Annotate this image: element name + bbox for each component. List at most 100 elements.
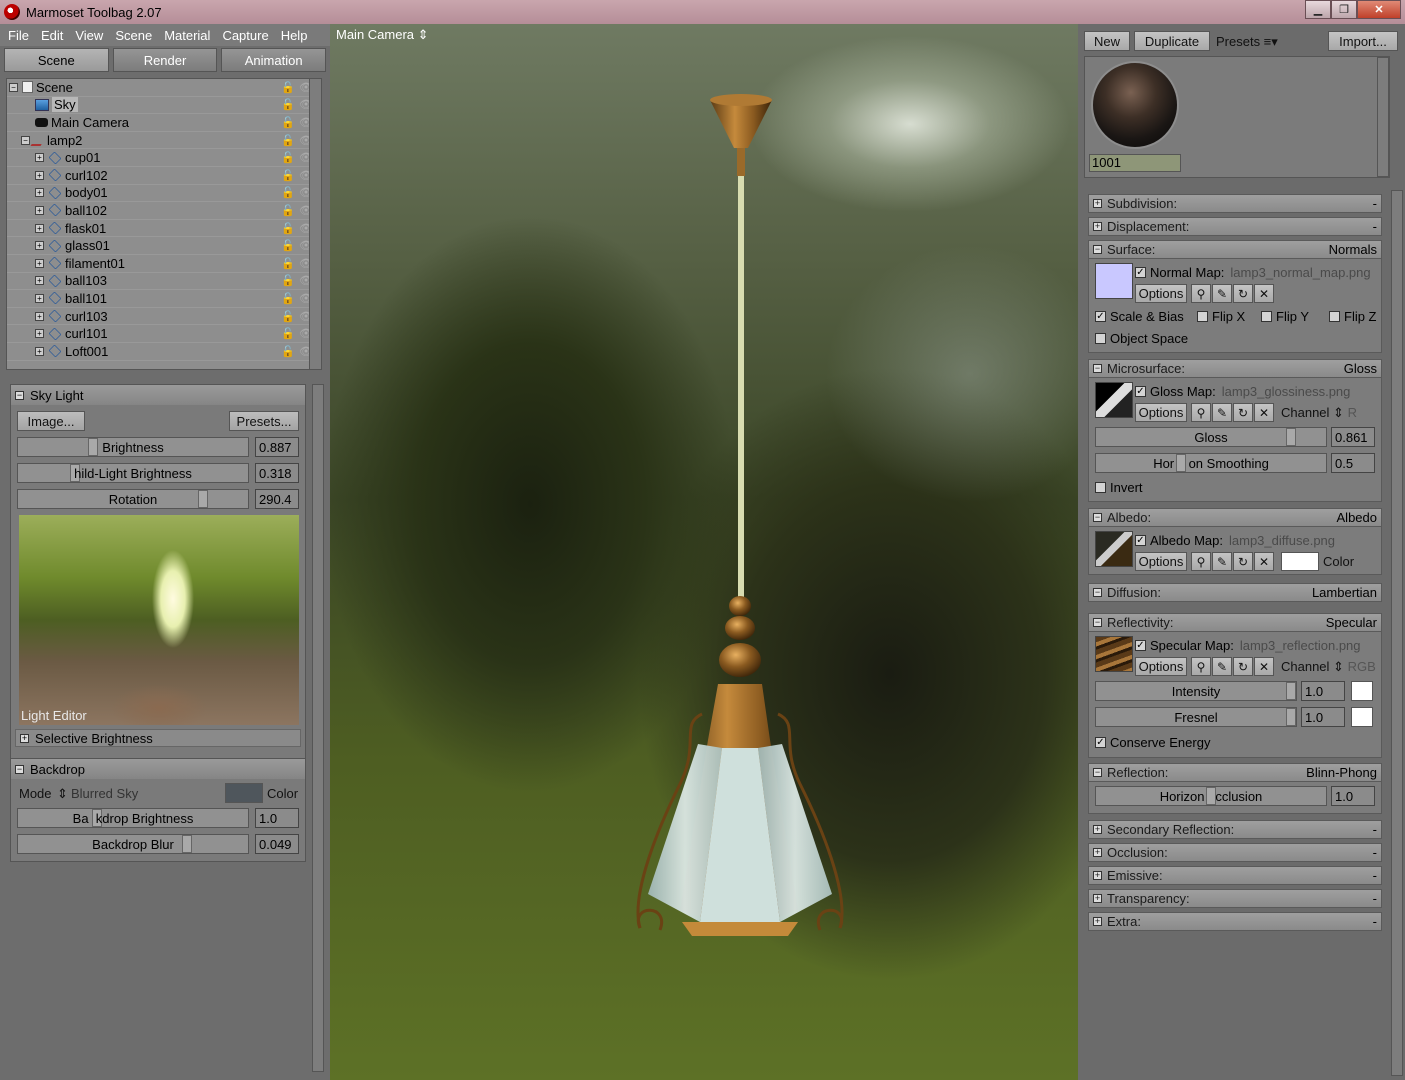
displacement-header[interactable]: + Displacement: - [1088,217,1382,236]
brightness-slider[interactable]: Brightness [17,437,249,457]
slider-knob[interactable] [88,438,98,456]
reload-icon[interactable]: ↻ [1233,284,1253,303]
fresnel-slider[interactable]: Fresnel [1095,707,1297,727]
collapse-icon[interactable]: − [1093,618,1102,627]
expand-icon[interactable]: + [35,241,44,251]
albedo-color-swatch[interactable] [1281,552,1319,571]
lock-icon[interactable]: 🔓 [281,134,295,147]
mode-arrows-icon[interactable]: ⇕ [57,786,68,802]
flip-z-checkbox[interactable]: Flip Z [1329,309,1377,324]
emissive-select[interactable]: - [1373,868,1377,883]
tree-item-flask01[interactable]: + flask01 🔓 👁 [7,220,321,238]
occlusion-select[interactable]: - [1373,845,1377,860]
expand-icon[interactable]: + [1093,825,1102,834]
extra-select[interactable]: - [1373,914,1377,929]
horizon-smoothing-slider[interactable]: Hor on Smoothing [1095,453,1327,473]
backdrop-color-swatch[interactable] [225,783,263,803]
lock-icon[interactable]: 🔓 [281,292,295,305]
tree-item-body01[interactable]: + body01 🔓 👁 [7,185,321,203]
lock-icon[interactable]: 🔓 [281,169,295,182]
brightness-value[interactable]: 0.887 [255,437,299,457]
albedo-select[interactable]: Albedo [1337,510,1377,525]
pencil-icon[interactable]: ✎ [1212,284,1232,303]
lock-icon[interactable]: 🔓 [281,98,295,111]
expand-icon[interactable]: + [35,170,44,180]
surface-select[interactable]: Normals [1329,242,1377,257]
rotation-slider[interactable]: Rotation [17,489,249,509]
lock-icon[interactable]: 🔓 [281,310,295,323]
collapse-icon[interactable]: − [1093,513,1102,522]
expand-icon[interactable]: + [35,329,44,339]
collapse-icon[interactable]: − [9,82,18,92]
pencil-icon[interactable]: ✎ [1212,403,1232,422]
microsurface-select[interactable]: Gloss [1344,361,1377,376]
horizon-occlusion-slider[interactable]: Horizon cclusion [1095,786,1327,806]
clear-icon[interactable]: ✕ [1254,403,1274,422]
emissive-header[interactable]: + Emissive: - [1088,866,1382,885]
collapse-icon[interactable]: − [1093,364,1102,373]
subdivision-header[interactable]: + Subdivision: - [1088,194,1382,213]
selective-brightness-header[interactable]: + Selective Brightness [15,729,301,747]
channel-select[interactable]: Channel ⇕ R [1281,405,1357,421]
lock-icon[interactable]: 🔓 [281,151,295,164]
collapse-icon[interactable]: − [1093,245,1102,254]
tree-item-curl103[interactable]: + curl103 🔓 👁 [7,308,321,326]
lock-icon[interactable]: 🔓 [281,222,295,235]
tree-item-filament01[interactable]: + filament01 🔓 👁 [7,255,321,273]
secondary-reflection-select[interactable]: - [1373,822,1377,837]
lock-icon[interactable]: 🔓 [281,204,295,217]
tab-animation[interactable]: Animation [221,48,327,72]
collapse-icon[interactable]: − [15,390,24,400]
menu-view[interactable]: View [69,28,109,43]
occlusion-header[interactable]: + Occlusion: - [1088,843,1382,862]
backdrop-brightness-slider[interactable]: Ba kdrop Brightness [17,808,249,828]
lock-icon[interactable]: 🔓 [281,327,295,340]
tree-item-scene[interactable]: − Scene 🔓 👁 [7,79,321,97]
extra-header[interactable]: + Extra: - [1088,912,1382,931]
3d-viewport[interactable]: Main Camera ⇕ [330,24,1078,1080]
menu-file[interactable]: File [2,28,35,43]
presets-menu[interactable]: Presets ≡▾ [1216,34,1278,50]
expand-icon[interactable]: + [35,258,44,268]
close-button[interactable]: ✕ [1357,0,1401,19]
reflectivity-header[interactable]: − Reflectivity: Specular [1088,613,1382,632]
right-panel-scrollbar[interactable] [1391,190,1403,1076]
lock-icon[interactable]: 🔓 [281,257,295,270]
expand-icon[interactable]: + [1093,871,1102,880]
expand-icon[interactable]: + [35,188,44,198]
menu-edit[interactable]: Edit [35,28,69,43]
specular-map-checkbox[interactable]: ✓ Specular Map: lamp3_reflection.png [1135,638,1361,653]
normal-options-button[interactable]: Options [1135,284,1187,303]
backdrop-header[interactable]: − Backdrop [11,759,305,779]
albedo-header[interactable]: − Albedo: Albedo [1088,508,1382,527]
tab-scene[interactable]: Scene [4,48,109,72]
lock-icon[interactable]: 🔓 [281,116,295,129]
backdrop-brightness-value[interactable]: 1.0 [255,808,299,828]
albedo-map-checkbox[interactable]: ✓ Albedo Map: lamp3_diffuse.png [1135,533,1335,548]
material-scrollbar[interactable] [1377,57,1389,177]
object-space-checkbox[interactable]: Object Space [1095,331,1188,346]
lock-icon[interactable]: 🔓 [281,345,295,358]
albedo-map-thumbnail[interactable] [1095,531,1133,567]
displacement-select[interactable]: - [1373,219,1377,234]
expand-icon[interactable]: + [20,733,29,743]
search-icon[interactable]: ⚲ [1191,552,1211,571]
albedo-options-button[interactable]: Options [1135,552,1187,571]
reload-icon[interactable]: ↻ [1233,403,1253,422]
duplicate-button[interactable]: Duplicate [1134,31,1210,51]
new-button[interactable]: New [1084,31,1130,51]
child-light-brightness-slider[interactable]: hild-Light Brightness [17,463,249,483]
gloss-map-checkbox[interactable]: ✓ Gloss Map: lamp3_glossiness.png [1135,384,1350,399]
expand-icon[interactable]: + [35,346,44,356]
conserve-energy-checkbox[interactable]: ✓ Conserve Energy [1095,735,1210,750]
search-icon[interactable]: ⚲ [1191,284,1211,303]
tree-item-curl101[interactable]: + curl101 🔓 👁 [7,325,321,343]
collapse-icon[interactable]: − [1093,768,1102,777]
scale-bias-checkbox[interactable]: ✓ Scale & Bias [1095,309,1184,324]
menu-scene[interactable]: Scene [109,28,158,43]
expand-icon[interactable]: + [35,276,44,286]
lock-icon[interactable]: 🔓 [281,186,295,199]
specular-map-thumbnail[interactable] [1095,636,1133,672]
diffusion-header[interactable]: − Diffusion: Lambertian [1088,583,1382,602]
gloss-value[interactable]: 0.861 [1331,427,1375,447]
